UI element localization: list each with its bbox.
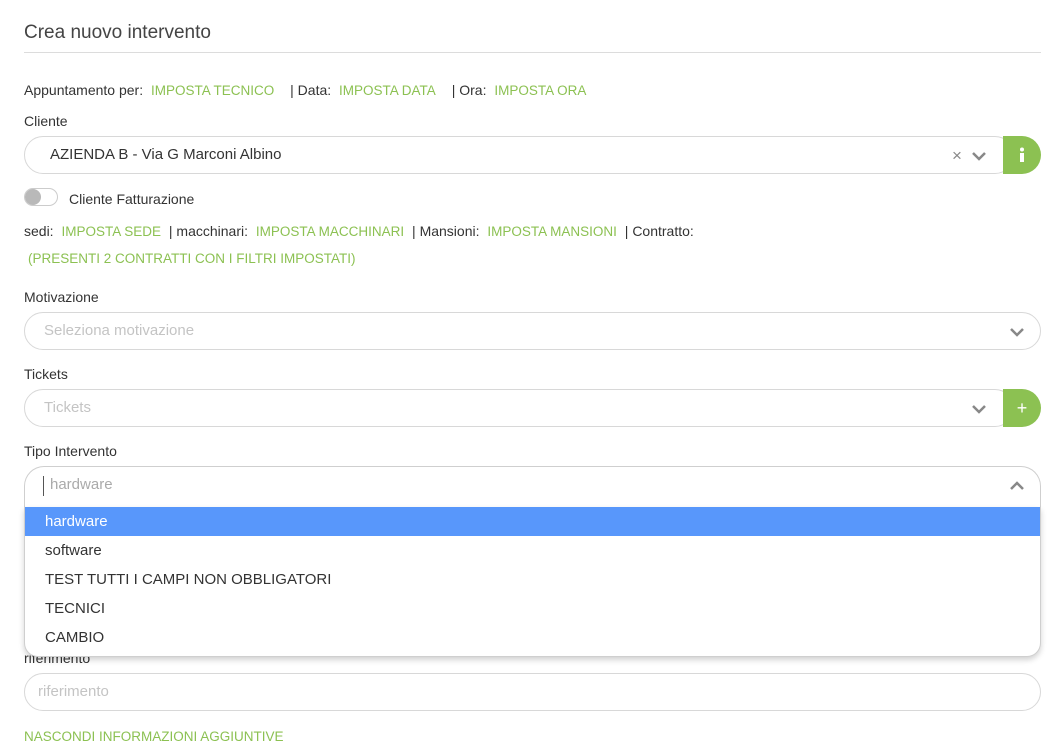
motivazione-placeholder: Seleziona motivazione [44, 322, 195, 339]
page-title: Crea nuovo intervento [24, 22, 211, 43]
motivazione-label: Motivazione [24, 289, 99, 305]
set-sede-link[interactable]: IMPOSTA SEDE [61, 224, 161, 239]
text-caret [43, 476, 44, 496]
info-icon [1020, 147, 1024, 162]
cliente-info-button[interactable] [1003, 136, 1041, 174]
chevron-down-icon[interactable] [971, 148, 987, 164]
motivazione-select[interactable]: Seleziona motivazione [24, 312, 1041, 350]
option-test-tutti-i-campi[interactable]: TEST TUTTI I CAMPI NON OBBLIGATORI [25, 565, 1040, 594]
contratti-link[interactable]: (PRESENTI 2 CONTRATTI CON I FILTRI IMPOS… [28, 251, 356, 266]
option-cambio[interactable]: CAMBIO [25, 623, 1040, 652]
toggle-knob [25, 189, 41, 205]
tipo-intervento-label: Tipo Intervento [24, 443, 117, 459]
tickets-placeholder: Tickets [44, 399, 91, 416]
tipo-intervento-dropdown: hardware software TEST TUTTI I CAMPI NON… [24, 507, 1041, 657]
title-divider [24, 52, 1041, 53]
option-tecnici[interactable]: TECNICI [25, 594, 1040, 623]
time-label: | Ora: [451, 82, 487, 98]
set-date-link[interactable]: IMPOSTA DATA [339, 83, 436, 98]
hide-additional-info-link[interactable]: NASCONDI INFORMAZIONI AGGIUNTIVE [24, 729, 284, 744]
set-time-link[interactable]: IMPOSTA ORA [494, 83, 586, 98]
set-technician-link[interactable]: IMPOSTA TECNICO [151, 83, 274, 98]
appointment-label: Appuntamento per: [24, 82, 144, 98]
set-mansioni-link[interactable]: IMPOSTA MANSIONI [487, 224, 617, 239]
macchinari-label: | macchinari: [168, 223, 248, 239]
chevron-down-icon[interactable] [971, 401, 987, 417]
riferimento-input[interactable]: riferimento [24, 673, 1041, 711]
contratto-label: | Contratto: [624, 223, 694, 239]
sedi-label: sedi: [24, 223, 54, 239]
mansioni-label: | Mansioni: [412, 223, 480, 239]
cliente-select[interactable]: AZIENDA B - Via G Marconi Albino × [24, 136, 1014, 174]
tipo-intervento-select[interactable]: hardware [24, 466, 1041, 508]
cliente-label: Cliente [24, 113, 68, 129]
chevron-up-icon[interactable] [1009, 478, 1025, 494]
tipo-intervento-search[interactable]: hardware [50, 476, 113, 493]
tickets-label: Tickets [24, 366, 68, 382]
riferimento-placeholder: riferimento [38, 683, 109, 700]
add-ticket-button[interactable]: + [1003, 389, 1041, 427]
option-hardware[interactable]: hardware [25, 507, 1040, 536]
tickets-select[interactable]: Tickets [24, 389, 1014, 427]
set-macchinari-link[interactable]: IMPOSTA MACCHINARI [256, 224, 404, 239]
cliente-fatturazione-toggle[interactable] [24, 188, 58, 206]
appointment-row: Appuntamento per: IMPOSTA TECNICO | Data… [24, 82, 586, 98]
details-row: sedi: IMPOSTA SEDE | macchinari: IMPOSTA… [24, 223, 694, 239]
cliente-value: AZIENDA B - Via G Marconi Albino [50, 146, 282, 163]
option-software[interactable]: software [25, 536, 1040, 565]
date-label: | Data: [290, 82, 332, 98]
cliente-fatturazione-label: Cliente Fatturazione [69, 191, 195, 207]
chevron-down-icon[interactable] [1009, 324, 1025, 340]
clear-icon[interactable]: × [952, 146, 962, 166]
